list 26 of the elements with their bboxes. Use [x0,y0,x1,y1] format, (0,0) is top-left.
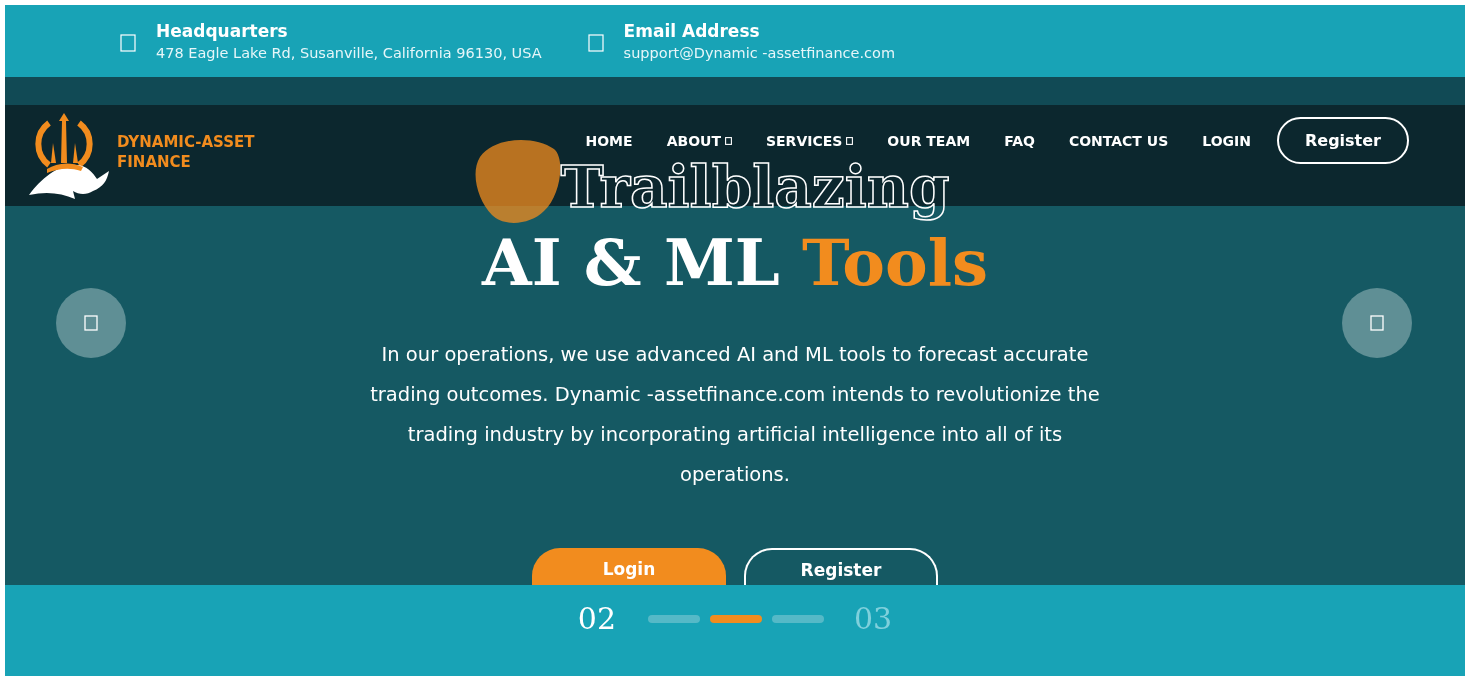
slide-indicator[interactable] [648,615,700,623]
nav-link[interactable]: CONTACT US [1068,132,1169,149]
square-icon [1370,315,1384,331]
nav-link[interactable]: FAQ [1004,132,1035,149]
info-text: support@Dynamic -assetfinance.com [623,45,896,61]
info-text: 478 Eagle Lake Rd, Susanville, California 96130, USA [156,45,542,61]
nav-link[interactable]: OUR TEAM [887,132,971,149]
hero-kicker: Trailblazing [560,152,950,223]
slide-indicator[interactable] [710,615,762,623]
rhino-trident-logo-icon [27,112,111,199]
nav-link[interactable]: LOGIN [1202,132,1251,149]
info-title: Email Address [623,21,761,41]
square-icon [84,315,98,331]
square-icon [587,34,604,52]
current-slide-number: 02 [577,600,616,638]
hero-title: AI & ML Tools [481,224,989,302]
hero-text: In our operations, we use advanced AI and ML tools to forecast accurate trading outcomes. Dynamic -assetfinance.com intends to revolutionize the trading industry by incorporating artificial intelligence into all of its operations. [369,342,1101,488]
nav-link[interactable]: ABOUT [666,132,732,149]
square-icon [120,34,136,52]
next-slide-number: 03 [854,600,893,638]
logo-text: DYNAMIC-ASSET FINANCE [117,131,255,172]
info-title: Headquarters [156,21,289,41]
slide-indicator[interactable] [772,615,824,623]
nav-link[interactable]: HOME [585,132,633,149]
register-button[interactable]: Register [1276,117,1409,164]
nav-link[interactable]: SERVICES [765,132,854,149]
